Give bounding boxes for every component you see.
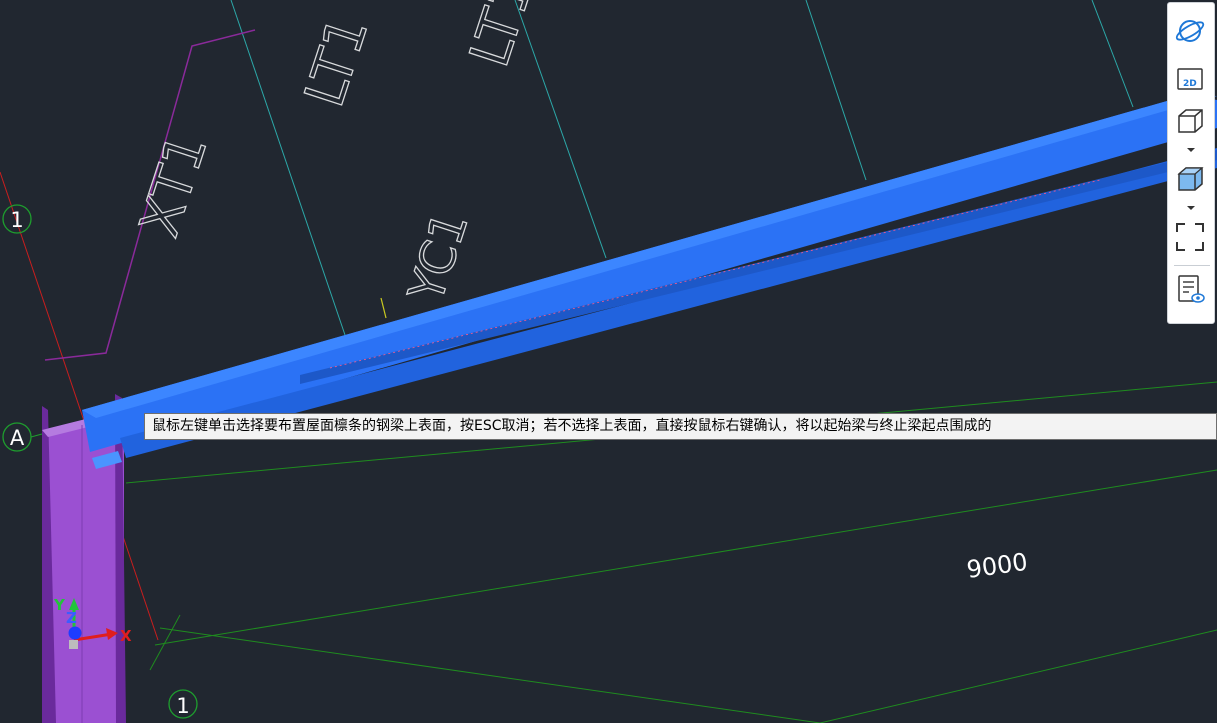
label-yc1: YC1 bbox=[398, 205, 480, 310]
grid-label-1-top: 1 bbox=[2, 204, 32, 234]
svg-text:Z: Z bbox=[66, 609, 77, 627]
svg-text:1: 1 bbox=[176, 694, 189, 718]
wireframe-dropdown-arrow[interactable] bbox=[1186, 147, 1198, 155]
view-toolbar: 2D bbox=[1167, 2, 1215, 324]
yellow-marker bbox=[380, 297, 387, 319]
model-viewport[interactable]: LT1 LT1 XT1 YC1 1 A 1 9000 Y Z X 鼠标左键单击选… bbox=[0, 0, 1217, 723]
dimension-text: 9000 bbox=[965, 548, 1029, 584]
svg-text:Y: Y bbox=[53, 596, 66, 614]
orbit-icon bbox=[1175, 20, 1205, 42]
model-canvas[interactable]: LT1 LT1 XT1 YC1 1 A 1 9000 Y Z X bbox=[0, 0, 1217, 723]
properties-view-icon bbox=[1178, 275, 1205, 303]
svg-text:X: X bbox=[120, 627, 132, 645]
command-prompt-tooltip: 鼠标左键单击选择要布置屋面檩条的钢梁上表面，按ESC取消；若不选择上表面，直接按… bbox=[144, 413, 1217, 440]
label-lt1-b: LT1 bbox=[457, 0, 545, 74]
label-lt1-a: LT1 bbox=[292, 9, 380, 114]
wireframe-view-button[interactable] bbox=[1174, 105, 1210, 141]
properties-view-button[interactable] bbox=[1174, 273, 1210, 309]
grid-label-a: A bbox=[2, 422, 43, 452]
grid-label-1-bottom: 1 bbox=[168, 689, 198, 719]
chevron-down-icon bbox=[1187, 148, 1195, 152]
shaded-cube-icon bbox=[1177, 167, 1204, 191]
label-xt1: XT1 bbox=[127, 126, 219, 244]
2d-view-icon: 2D bbox=[1177, 68, 1203, 90]
svg-text:A: A bbox=[10, 426, 25, 450]
wireframe-cube-icon bbox=[1178, 109, 1203, 133]
view-2d-button[interactable]: 2D bbox=[1174, 63, 1210, 99]
zoom-extents-icon bbox=[1176, 223, 1204, 251]
orbit-button[interactable] bbox=[1174, 15, 1210, 51]
shaded-dropdown-arrow[interactable] bbox=[1186, 205, 1198, 213]
shaded-view-button[interactable] bbox=[1174, 163, 1210, 199]
chevron-down-icon bbox=[1187, 206, 1195, 210]
svg-text:1: 1 bbox=[10, 208, 23, 232]
zoom-extents-button[interactable] bbox=[1174, 221, 1210, 257]
toolbar-separator bbox=[1174, 265, 1210, 266]
svg-text:2D: 2D bbox=[1183, 79, 1197, 89]
